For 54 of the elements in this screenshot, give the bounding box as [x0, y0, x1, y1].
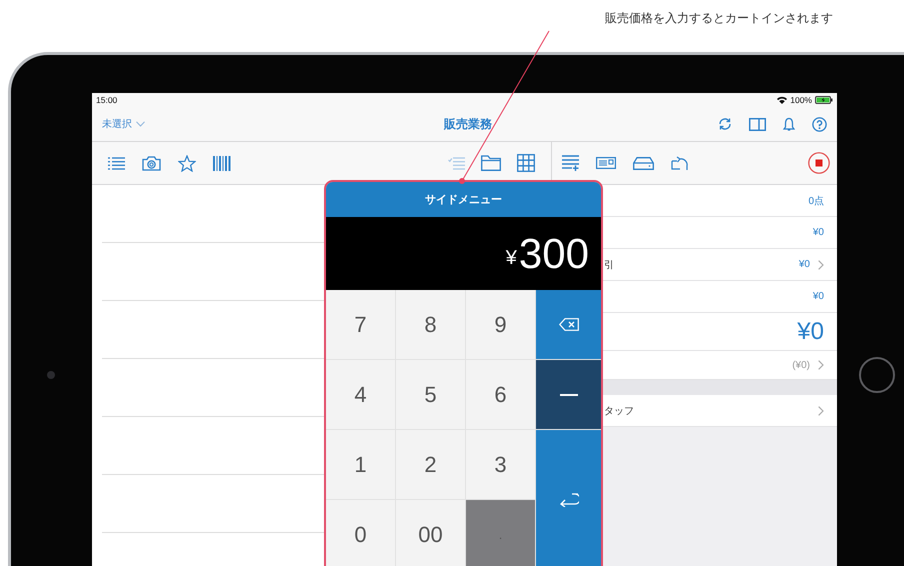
- number-key[interactable]: 7: [326, 290, 395, 359]
- home-button[interactable]: [859, 357, 895, 393]
- callout-text: 販売価格を入力するとカートインされます: [605, 10, 833, 26]
- store-selector[interactable]: 未選択: [102, 117, 145, 131]
- camera-dot: [46, 371, 54, 379]
- number-key[interactable]: 1: [326, 430, 395, 499]
- row-value: 0点: [808, 194, 824, 208]
- star-icon[interactable]: [178, 154, 196, 172]
- chevron-right-icon: [818, 406, 824, 416]
- number-key[interactable]: 5: [396, 360, 465, 429]
- keypad-title: サイドメニュー: [425, 193, 502, 207]
- row-value: ¥0: [798, 259, 810, 270]
- backspace-icon: [558, 318, 578, 331]
- chevron-down-icon: [136, 121, 145, 127]
- card-icon[interactable]: [596, 157, 616, 169]
- row-value: ¥0: [812, 291, 824, 302]
- row-label: 引: [604, 258, 614, 272]
- row-value: ¥0: [797, 318, 824, 346]
- chevron-right-icon: [818, 360, 824, 370]
- number-key[interactable]: 00: [396, 500, 465, 566]
- row-value: ¥0: [812, 227, 824, 238]
- list-icon[interactable]: [108, 156, 125, 170]
- grid-icon[interactable]: [517, 154, 535, 172]
- bell-icon[interactable]: [783, 116, 795, 132]
- number-key[interactable]: 9: [466, 290, 535, 359]
- row-label: タッフ: [604, 404, 634, 418]
- row-value: (¥0): [792, 360, 810, 370]
- currency-sign: ¥: [506, 247, 517, 270]
- number-key[interactable]: 3: [466, 430, 535, 499]
- barcode-icon[interactable]: [213, 156, 231, 170]
- wifi-icon: [777, 96, 788, 104]
- number-key[interactable]: 2: [396, 430, 465, 499]
- return-arrow-icon[interactable]: [671, 156, 689, 170]
- number-key[interactable]: 6: [466, 360, 535, 429]
- checklist-icon[interactable]: [448, 156, 465, 170]
- number-key[interactable]: 0: [326, 500, 395, 566]
- return-icon: [558, 492, 578, 506]
- tray-icon[interactable]: [633, 156, 654, 170]
- camera-icon[interactable]: [142, 156, 161, 170]
- backspace-key[interactable]: [536, 290, 601, 359]
- help-icon[interactable]: [812, 116, 827, 132]
- status-time: 15:00: [96, 95, 118, 105]
- minus-icon: [560, 394, 578, 396]
- folder-icon[interactable]: [481, 155, 501, 171]
- number-key[interactable]: 4: [326, 360, 395, 429]
- list-add-icon[interactable]: [562, 155, 579, 171]
- battery-percent: 100%: [790, 95, 812, 105]
- number-key[interactable]: 8: [396, 290, 465, 359]
- sidebar-icon[interactable]: [749, 118, 766, 130]
- screen-title: 販売業務: [442, 116, 493, 132]
- chevron-right-icon: [818, 260, 824, 270]
- refresh-icon[interactable]: [718, 117, 732, 131]
- battery-icon: [815, 96, 833, 104]
- stop-icon[interactable]: [808, 152, 830, 174]
